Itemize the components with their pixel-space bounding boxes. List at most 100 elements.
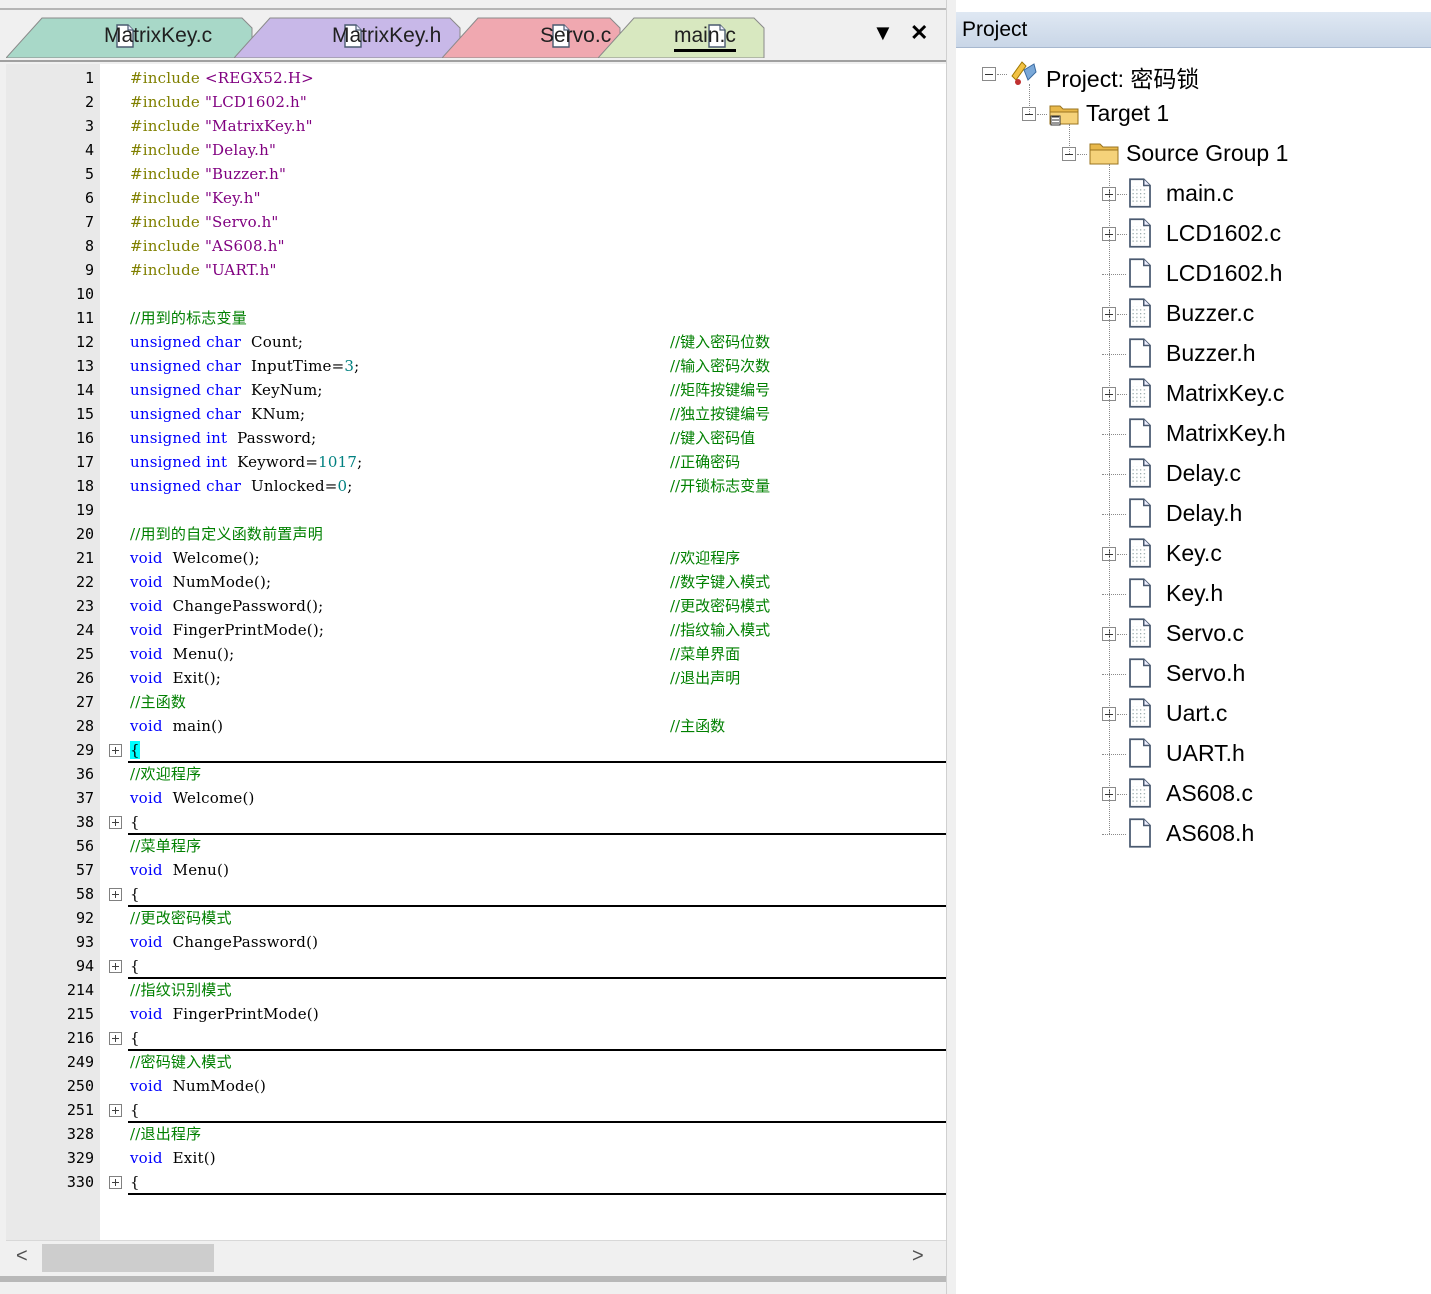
tree-node-target-1[interactable]: Target 1 (956, 94, 1431, 134)
code-line[interactable]: 18 unsigned char Unlocked=0; //开锁标志变量 (6, 474, 946, 498)
tree-node-matrixkey-h[interactable]: MatrixKey.h (956, 414, 1431, 454)
tree-node-buzzer-h[interactable]: Buzzer.h (956, 334, 1431, 374)
tree-node-key-c[interactable]: Key.c (956, 534, 1431, 574)
tree-node-servo-c[interactable]: Servo.c (956, 614, 1431, 654)
code-token: { (130, 1101, 140, 1119)
tree-node-delay-h[interactable]: Delay.h (956, 494, 1431, 534)
code-text: { (130, 738, 140, 762)
code-line[interactable]: 17 unsigned int Keyword=1017; //正确密码 (6, 450, 946, 474)
tree-node-delay-c[interactable]: Delay.c (956, 454, 1431, 494)
tree-node-main-c[interactable]: main.c (956, 174, 1431, 214)
code-line[interactable]: 4 #include "Delay.h" (6, 138, 946, 162)
tree-node-as608-c[interactable]: AS608.c (956, 774, 1431, 814)
code-line[interactable]: 3 #include "MatrixKey.h" (6, 114, 946, 138)
tab-servo-c[interactable]: Servo.c (442, 16, 622, 58)
code-line[interactable]: 9 #include "UART.h" (6, 258, 946, 282)
code-line[interactable]: 58 { (6, 882, 946, 907)
tree-node-uart-h[interactable]: UART.h (956, 734, 1431, 774)
code-line[interactable]: 28 void main() //主函数 (6, 714, 946, 738)
expand-fold-icon[interactable] (109, 1176, 122, 1189)
code-line[interactable]: 25 void Menu(); //菜单界面 (6, 642, 946, 666)
code-line[interactable]: 7 #include "Servo.h" (6, 210, 946, 234)
close-tab-icon[interactable]: ✕ (910, 20, 928, 46)
collapse-icon[interactable] (982, 67, 996, 81)
code-line[interactable]: 11 //用到的标志变量 (6, 306, 946, 330)
line-number: 249 (66, 1053, 94, 1071)
code-line[interactable]: 38 { (6, 810, 946, 835)
code-line[interactable]: 1 #include <REGX52.H> (6, 66, 946, 90)
tree-node-project[interactable]: Project: 密码锁 (956, 54, 1431, 94)
code-line[interactable]: 19 (6, 498, 946, 522)
code-line[interactable]: 251 { (6, 1098, 946, 1123)
code-token: ; (357, 453, 363, 471)
code-line[interactable]: 10 (6, 282, 946, 306)
tree-node-servo-h[interactable]: Servo.h (956, 654, 1431, 694)
code-line[interactable]: 330 { (6, 1170, 946, 1195)
tree-node-lcd1602-c[interactable]: LCD1602.c (956, 214, 1431, 254)
tab-matrixkey-h[interactable]: MatrixKey.h (234, 16, 462, 58)
tree-node-label: AS608.h (1166, 820, 1255, 846)
expand-fold-icon[interactable] (109, 888, 122, 901)
project-pane-title: Project (962, 18, 1028, 41)
code-line[interactable]: 329 void Exit() (6, 1146, 946, 1170)
code-line[interactable]: 23 void ChangePassword(); //更改密码模式 (6, 594, 946, 618)
code-line[interactable]: 216 { (6, 1026, 946, 1051)
tree-node-source-group-1[interactable]: Source Group 1 (956, 134, 1431, 174)
code-line[interactable]: 5 #include "Buzzer.h" (6, 162, 946, 186)
code-line[interactable]: 93 void ChangePassword() (6, 930, 946, 954)
expand-fold-icon[interactable] (109, 744, 122, 757)
code-line[interactable]: 37 void Welcome() (6, 786, 946, 810)
tab-matrixkey-c[interactable]: MatrixKey.c (6, 16, 254, 58)
scroll-thumb[interactable] (42, 1244, 214, 1272)
code-text: void FingerPrintMode() (130, 1002, 319, 1026)
code-line[interactable]: 20 //用到的自定义函数前置声明 (6, 522, 946, 546)
code-line[interactable]: 94 { (6, 954, 946, 979)
line-number: 58 (75, 885, 94, 903)
code-line[interactable]: 21 void Welcome(); //欢迎程序 (6, 546, 946, 570)
code-line[interactable]: 22 void NumMode(); //数字键入模式 (6, 570, 946, 594)
tab-main-c[interactable]: main.c (598, 16, 766, 58)
code-line[interactable]: 6 #include "Key.h" (6, 186, 946, 210)
code-token: Count; (241, 333, 304, 351)
code-line[interactable]: 92 //更改密码模式 (6, 906, 946, 930)
code-line[interactable]: 56 //菜单程序 (6, 834, 946, 858)
code-line[interactable]: 215 void FingerPrintMode() (6, 1002, 946, 1026)
code-line[interactable]: 24 void FingerPrintMode(); //指纹输入模式 (6, 618, 946, 642)
code-line[interactable]: 26 void Exit(); //退出声明 (6, 666, 946, 690)
code-line[interactable]: 16 unsigned int Password; //键入密码值 (6, 426, 946, 450)
tree-node-uart-c[interactable]: Uart.c (956, 694, 1431, 734)
code-line[interactable]: 27 //主函数 (6, 690, 946, 714)
expand-fold-icon[interactable] (109, 816, 122, 829)
code-token: ; (347, 477, 353, 495)
code-line[interactable]: 36 //欢迎程序 (6, 762, 946, 786)
tree-node-buzzer-c[interactable]: Buzzer.c (956, 294, 1431, 334)
horizontal-scrollbar[interactable]: < > (6, 1240, 946, 1274)
tree-node-lcd1602-h[interactable]: LCD1602.h (956, 254, 1431, 294)
code-token: { (130, 957, 140, 975)
expand-fold-icon[interactable] (109, 1104, 122, 1117)
code-line[interactable]: 8 #include "AS608.h" (6, 234, 946, 258)
code-line[interactable]: 29 { (6, 738, 946, 763)
code-line[interactable]: 12 unsigned char Count; //键入密码位数 (6, 330, 946, 354)
code-line[interactable]: 14 unsigned char KeyNum; //矩阵按键编号 (6, 378, 946, 402)
code-editor[interactable]: 1 #include <REGX52.H> 2 #include "LCD1602.h… (6, 64, 946, 1240)
tree-node-key-h[interactable]: Key.h (956, 574, 1431, 614)
inline-comment: //指纹输入模式 (670, 621, 771, 639)
pane-splitter[interactable] (946, 0, 956, 1294)
expand-fold-icon[interactable] (109, 1032, 122, 1045)
code-line[interactable]: 13 unsigned char InputTime=3; //输入密码次数 (6, 354, 946, 378)
code-line[interactable]: 2 #include "LCD1602.h" (6, 90, 946, 114)
scroll-left-icon[interactable]: < (16, 1245, 28, 1268)
code-line[interactable]: 214 //指纹识别模式 (6, 978, 946, 1002)
code-line[interactable]: 249 //密码键入模式 (6, 1050, 946, 1074)
tree-node-matrixkey-c[interactable]: MatrixKey.c (956, 374, 1431, 414)
code-line[interactable]: 328 //退出程序 (6, 1122, 946, 1146)
code-token: void (130, 789, 163, 807)
code-line[interactable]: 15 unsigned char KNum; //独立按键编号 (6, 402, 946, 426)
expand-fold-icon[interactable] (109, 960, 122, 973)
tab-list-dropdown-icon[interactable]: ▼ (872, 20, 894, 46)
code-line[interactable]: 57 void Menu() (6, 858, 946, 882)
tree-node-as608-h[interactable]: AS608.h (956, 814, 1431, 854)
scroll-right-icon[interactable]: > (912, 1245, 924, 1268)
code-line[interactable]: 250 void NumMode() (6, 1074, 946, 1098)
